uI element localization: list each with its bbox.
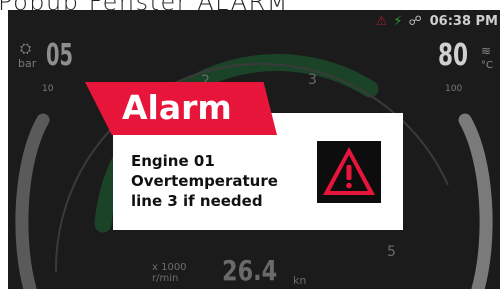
alarm-message-line: Overtemperature [131, 172, 278, 190]
pressure-value: 05 [46, 38, 74, 73]
link-icon: ☍ [408, 13, 422, 29]
temperature-bar-arc [458, 113, 493, 289]
alarm-popup-title: Alarm [122, 88, 232, 127]
speed-value: 26.4 [222, 254, 278, 287]
temperature-value: 80 [438, 38, 469, 73]
alarm-message-line: line 3 if needed [131, 192, 263, 210]
status-bar: ⚠ ⚡ ☍ 06:38 PM [376, 11, 500, 31]
clock: 06:38 PM [429, 13, 498, 29]
pressure-scale-max: 10 [42, 84, 54, 94]
thermometer-icon: ≋ [481, 44, 492, 58]
temperature-scale-max: 100 [445, 84, 463, 94]
bolt-icon: ⚡ [393, 13, 403, 29]
rpm-unit-multiplier: x 1000 [152, 262, 187, 273]
rpm-scale-label: 3 [308, 72, 317, 88]
rpm-unit-label: r/min [152, 273, 179, 284]
pressure-icon: ⛭ [20, 41, 32, 57]
warning-triangle-icon [317, 141, 381, 203]
pressure-bar-arc [15, 113, 50, 289]
temperature-unit: °C [481, 60, 493, 71]
alarm-message-line: Engine 01 [131, 152, 215, 170]
pressure-unit: bar [18, 57, 37, 70]
speed-unit: kn [293, 274, 307, 287]
warning-triangle-shape [323, 147, 375, 195]
rpm-unit: x 1000 r/min [152, 262, 187, 284]
alarm-popup-message: Engine 01 Overtemperature line 3 if need… [131, 151, 278, 211]
warning-icon: ⚠ [375, 13, 388, 29]
rpm-scale-label: 5 [387, 244, 396, 260]
